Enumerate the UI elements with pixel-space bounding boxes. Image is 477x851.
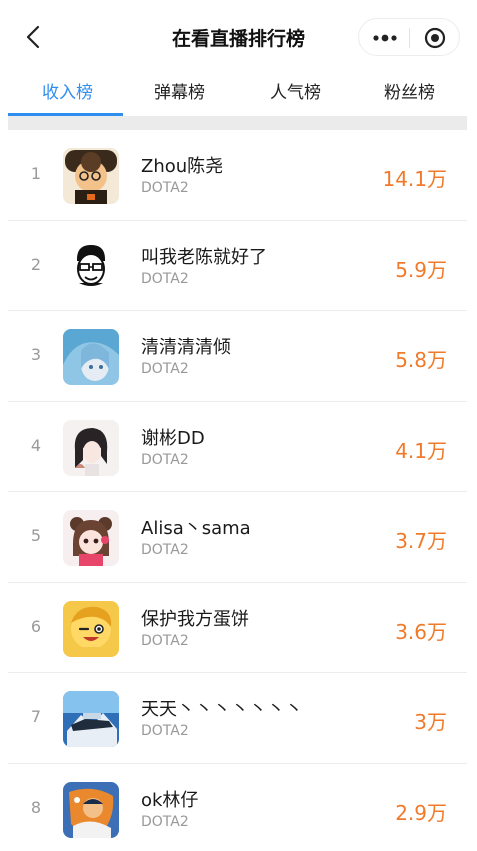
income-amount: 4.1万 [395, 438, 447, 463]
rank-number: 8 [30, 797, 42, 817]
more-dots-icon [373, 34, 397, 42]
income-amount: 5.9万 [395, 257, 447, 282]
streamer-name: 叫我老陈就好了 [141, 246, 267, 268]
income-amount: 2.9万 [395, 800, 447, 825]
ranking-tabs: 收入榜 弹幕榜 人气榜 粉丝榜 [0, 70, 477, 116]
income-amount: 3万 [414, 710, 447, 734]
rank-number: 1 [30, 164, 42, 183]
income-amount: 3.6万 [395, 619, 447, 644]
tab-income[interactable]: 收入榜 [8, 78, 127, 103]
list-item[interactable]: 3 清清清清倾 DOTA2 5.8万 [8, 311, 467, 402]
game-label: DOTA2 [141, 632, 189, 649]
game-label: DOTA2 [141, 451, 189, 468]
avatar [63, 600, 119, 657]
income-amount: 5.8万 [395, 348, 447, 372]
rank-number: 5 [30, 526, 42, 545]
list-item[interactable]: 5 Alisa丶sama DOTA2 3.7万 [8, 492, 467, 583]
tab-fans[interactable]: 粉丝榜 [350, 78, 469, 103]
streamer-name: Alisa丶sama [141, 518, 251, 539]
tab-popularity[interactable]: 人气榜 [236, 78, 355, 103]
income-amount: 14.1万 [382, 167, 447, 191]
avatar [63, 148, 119, 204]
mini-program-capsule [358, 18, 460, 56]
tab-danmaku[interactable]: 弹幕榜 [120, 78, 239, 103]
avatar [63, 329, 119, 385]
list-item[interactable]: 7 天天丶丶丶丶丶丶丶 DOTA2 3万 [8, 673, 467, 764]
rank-number: 6 [30, 616, 42, 636]
avatar [63, 510, 119, 566]
avatar [63, 419, 119, 476]
navigation-bar: 在看直播排行榜 [0, 0, 477, 70]
avatar [63, 691, 119, 747]
streamer-name: Zhou陈尧 [141, 156, 224, 177]
rank-number: 3 [30, 345, 42, 364]
list-item[interactable]: 1 Zhou陈尧 DOTA2 14.1万 [8, 130, 467, 221]
game-label: DOTA2 [141, 361, 189, 377]
income-amount: 3.7万 [395, 529, 447, 553]
more-button[interactable] [359, 19, 409, 57]
list-item[interactable]: 4 谢彬DD DOTA2 4.1万 [8, 402, 467, 492]
ranking-list: 1 Zhou陈尧 DOTA2 14.1万 2 叫我老陈就好了 DOTA2 5.9… [8, 130, 467, 851]
list-item[interactable]: 8 ok林仔 DOTA2 2.9万 [8, 764, 467, 851]
list-item[interactable]: 6 保护我方蛋饼 DOTA2 3.6万 [8, 583, 467, 673]
streamer-name: ok林仔 [141, 789, 199, 811]
streamer-name: 清清清清倾 [141, 337, 231, 358]
rank-number: 7 [30, 707, 42, 726]
rank-number: 2 [30, 254, 42, 274]
game-label: DOTA2 [141, 270, 189, 287]
section-divider [8, 116, 467, 130]
game-label: DOTA2 [141, 723, 189, 739]
list-item[interactable]: 2 叫我老陈就好了 DOTA2 5.9万 [8, 221, 467, 311]
rank-number: 4 [30, 435, 42, 455]
avatar [63, 238, 119, 295]
streamer-name: 保护我方蛋饼 [141, 608, 249, 630]
game-label: DOTA2 [141, 542, 189, 558]
target-close-icon [424, 27, 446, 49]
avatar [63, 781, 119, 838]
close-button[interactable] [410, 19, 460, 57]
game-label: DOTA2 [141, 813, 189, 830]
streamer-name: 谢彬DD [141, 427, 205, 449]
game-label: DOTA2 [141, 180, 189, 196]
streamer-name: 天天丶丶丶丶丶丶丶 [141, 699, 303, 720]
